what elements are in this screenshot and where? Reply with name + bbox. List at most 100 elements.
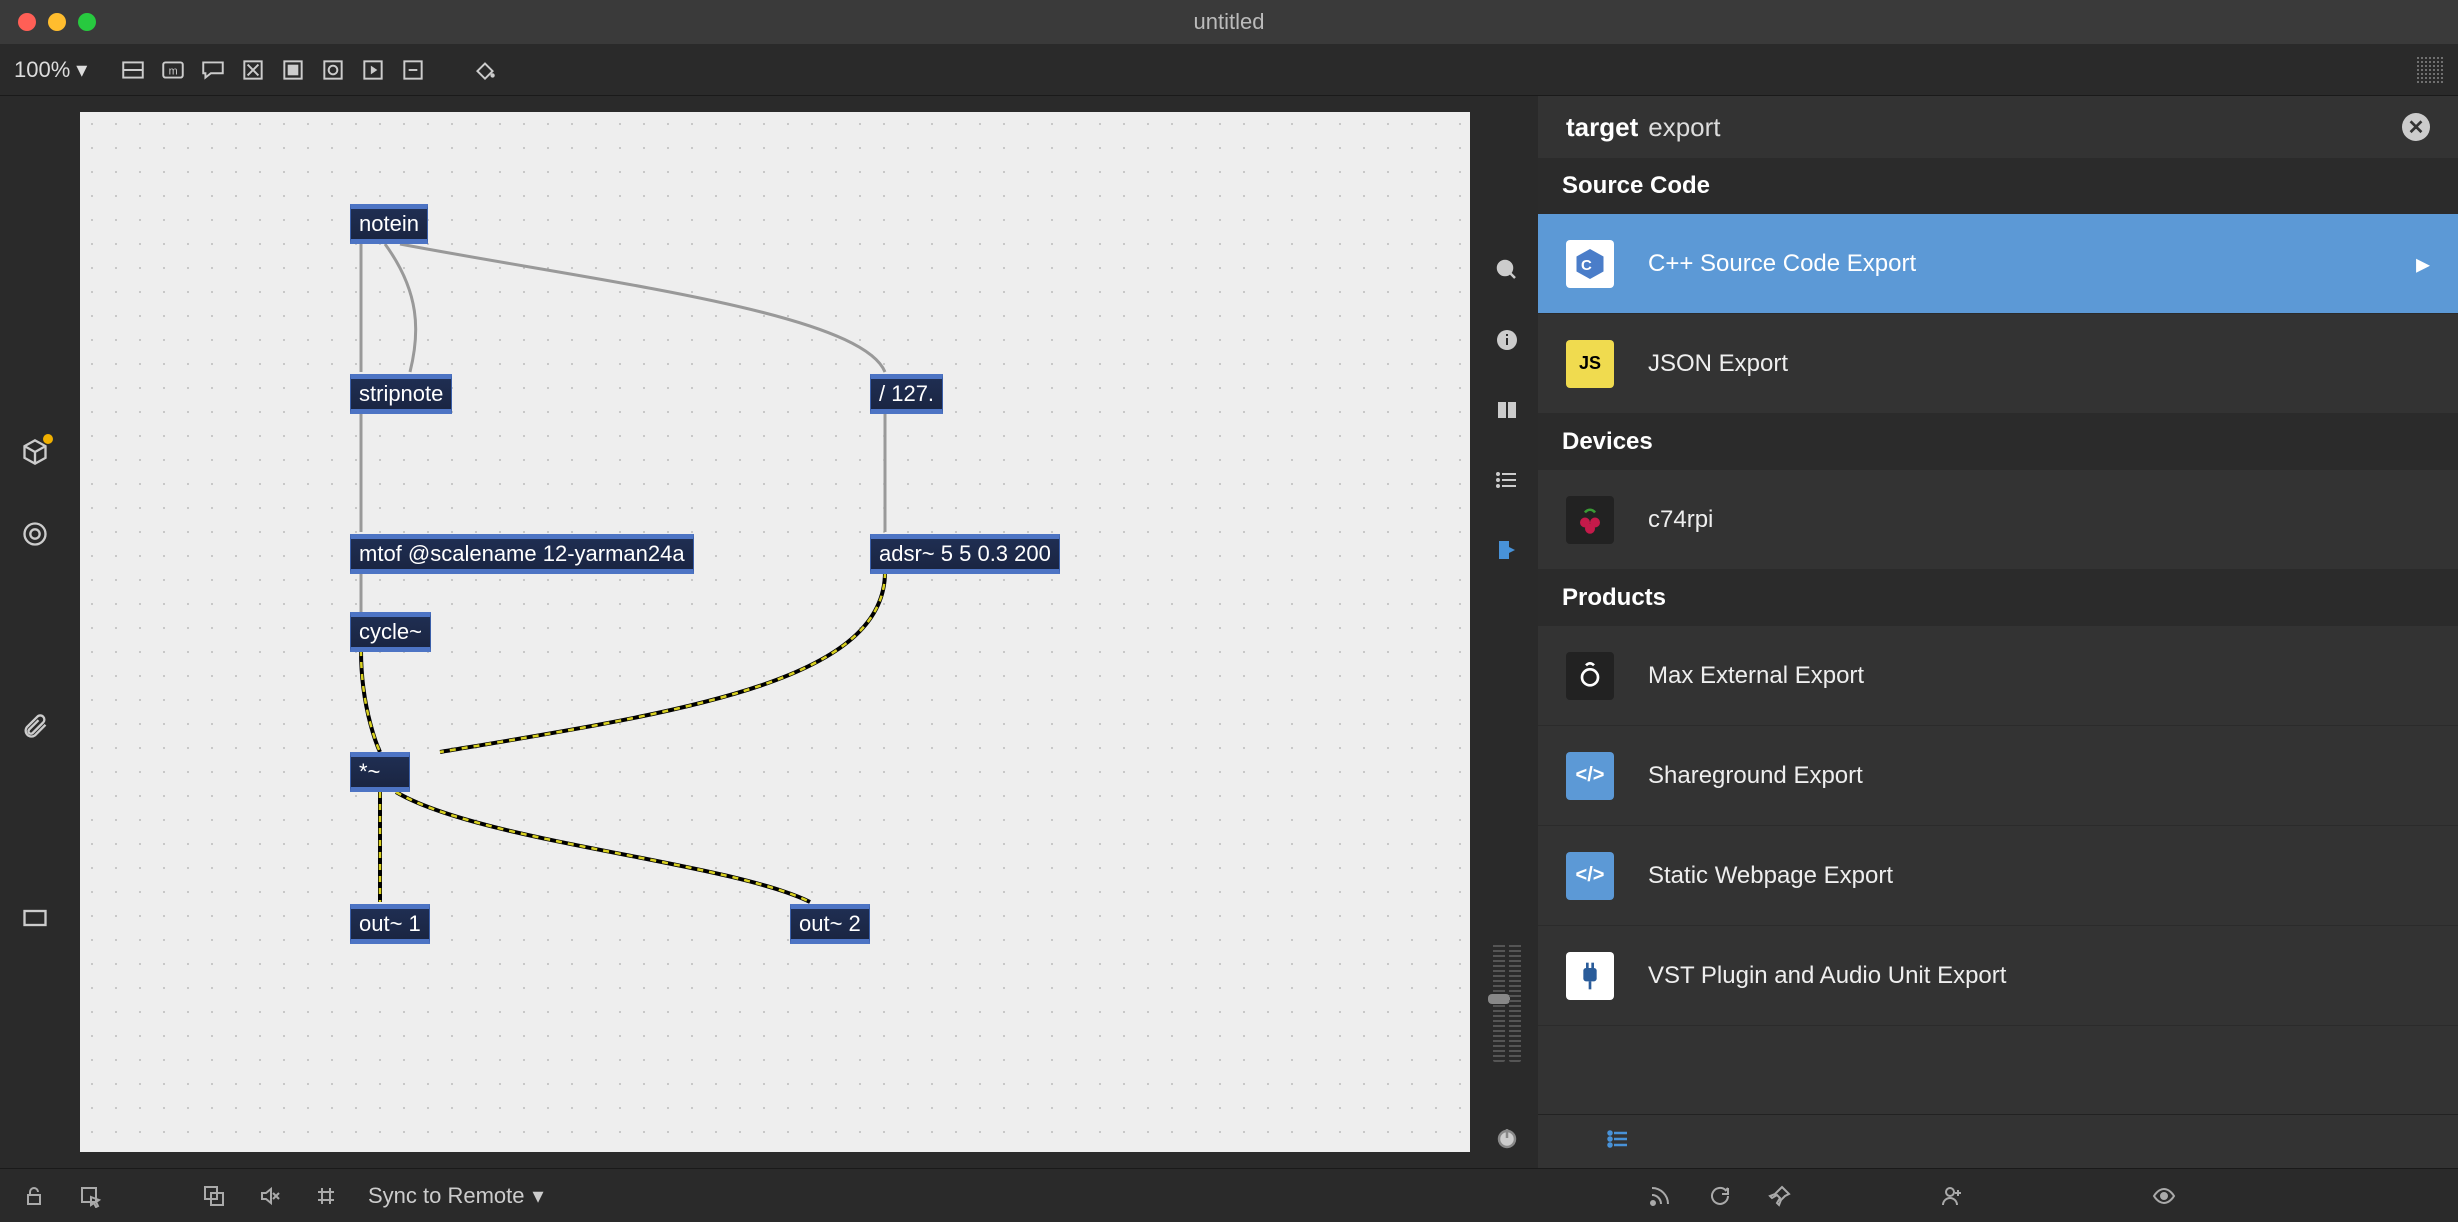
- message-tool-icon[interactable]: m: [159, 56, 187, 84]
- add-user-icon[interactable]: [1938, 1182, 1966, 1210]
- attachment-icon[interactable]: [19, 710, 51, 742]
- comment-tool-icon[interactable]: [199, 56, 227, 84]
- export-icon[interactable]: [1493, 536, 1521, 564]
- search-icon[interactable]: [1493, 256, 1521, 284]
- minus-box-icon[interactable]: [399, 56, 427, 84]
- svg-text:m: m: [169, 65, 178, 77]
- meter-right: [1509, 942, 1521, 1062]
- code-icon: </>: [1566, 852, 1614, 900]
- titlebar: untitled: [0, 0, 2458, 44]
- grid-icon[interactable]: [312, 1182, 340, 1210]
- export-item-label: Shareground Export: [1648, 762, 2430, 790]
- pin-icon[interactable]: [1766, 1182, 1794, 1210]
- export-item-label: c74rpi: [1648, 506, 2430, 534]
- notification-dot: [43, 434, 53, 444]
- js-icon: JS: [1566, 340, 1614, 388]
- bottom-right-tools: [1646, 1182, 2178, 1210]
- export-item-json[interactable]: JS JSON Export: [1538, 314, 2458, 414]
- canvas-wrap: notein stripnote / 127. mtof @scalename …: [70, 96, 1476, 1168]
- raspberry-pi-icon: [1566, 496, 1614, 544]
- object-stripnote[interactable]: stripnote: [350, 374, 452, 414]
- code-icon: </>: [1566, 752, 1614, 800]
- object-div127[interactable]: / 127.: [870, 374, 943, 414]
- package-icon[interactable]: [19, 436, 51, 468]
- list-view-icon[interactable]: [1606, 1127, 1630, 1156]
- chevron-right-icon: ▸: [2416, 247, 2430, 280]
- record-icon[interactable]: [19, 518, 51, 550]
- close-window-button[interactable]: [18, 13, 36, 31]
- right-rail: [1476, 96, 1538, 1168]
- sync-dropdown[interactable]: Sync to Remote ▾: [368, 1183, 544, 1209]
- patcher-canvas[interactable]: notein stripnote / 127. mtof @scalename …: [80, 112, 1470, 1152]
- circle-box-icon[interactable]: [319, 56, 347, 84]
- list-icon[interactable]: [1493, 466, 1521, 494]
- export-item-label: Static Webpage Export: [1648, 862, 2430, 890]
- plug-icon: [1566, 952, 1614, 1000]
- dropdown-triangle-icon: ▾: [76, 57, 87, 83]
- paint-bucket-icon[interactable]: [471, 56, 499, 84]
- panel-title-rest: export: [1648, 112, 1720, 143]
- object-cycle[interactable]: cycle~: [350, 612, 431, 652]
- object-out2[interactable]: out~ 2: [790, 904, 870, 944]
- dropdown-triangle-icon: ▾: [533, 1183, 544, 1209]
- window-title: untitled: [1194, 9, 1265, 35]
- bottom-toolbar: Sync to Remote ▾: [0, 1168, 2458, 1222]
- export-item-label: JSON Export: [1648, 350, 2430, 378]
- rss-icon[interactable]: [1646, 1182, 1674, 1210]
- object-tool-icon[interactable]: [119, 56, 147, 84]
- zoom-value: 100%: [14, 57, 70, 83]
- cpp-icon: C: [1566, 240, 1614, 288]
- export-item-vst[interactable]: VST Plugin and Audio Unit Export: [1538, 926, 2458, 1026]
- refresh-icon[interactable]: [1706, 1182, 1734, 1210]
- sync-label-text: Sync to Remote: [368, 1183, 525, 1209]
- export-item-static[interactable]: </> Static Webpage Export: [1538, 826, 2458, 926]
- section-devices: Devices: [1538, 414, 2458, 470]
- object-mult[interactable]: *~: [350, 752, 410, 792]
- x-box-icon[interactable]: [239, 56, 267, 84]
- export-item-label: Max External Export: [1648, 662, 2430, 690]
- object-mtof[interactable]: mtof @scalename 12-yarman24a: [350, 534, 694, 574]
- export-item-label: C++ Source Code Export: [1648, 250, 2382, 278]
- object-out1[interactable]: out~ 1: [350, 904, 430, 944]
- panel-title-bold: target: [1566, 112, 1638, 143]
- export-item-max[interactable]: Max External Export: [1538, 626, 2458, 726]
- layers-icon[interactable]: [200, 1182, 228, 1210]
- top-toolbar: 100% ▾ m: [0, 44, 2458, 96]
- app-window: untitled 100% ▾ m: [0, 0, 2458, 1222]
- grid-toggle-icon[interactable]: [2416, 56, 2444, 84]
- traffic-lights: [18, 13, 96, 31]
- patch-cords: [80, 112, 1470, 1152]
- panel-icon[interactable]: [19, 902, 51, 934]
- export-panel: target export ✕ Source Code C C++ Source…: [1538, 96, 2458, 1168]
- main-area: notein stripnote / 127. mtof @scalename …: [0, 96, 2458, 1168]
- select-icon[interactable]: [76, 1182, 104, 1210]
- object-notein[interactable]: notein: [350, 204, 428, 244]
- section-source-code: Source Code: [1538, 158, 2458, 214]
- filled-box-icon[interactable]: [279, 56, 307, 84]
- left-sidebar: [0, 96, 70, 1168]
- columns-icon[interactable]: [1493, 396, 1521, 424]
- play-box-icon[interactable]: [359, 56, 387, 84]
- section-products: Products: [1538, 570, 2458, 626]
- mute-icon[interactable]: [256, 1182, 284, 1210]
- maximize-window-button[interactable]: [78, 13, 96, 31]
- export-item-cpp[interactable]: C C++ Source Code Export ▸: [1538, 214, 2458, 314]
- lock-icon[interactable]: [20, 1182, 48, 1210]
- panel-footer: [1538, 1114, 2458, 1168]
- export-item-shareground[interactable]: </> Shareground Export: [1538, 726, 2458, 826]
- volume-slider-knob[interactable]: [1488, 994, 1510, 1004]
- export-item-c74rpi[interactable]: c74rpi: [1538, 470, 2458, 570]
- zoom-dropdown[interactable]: 100% ▾: [14, 57, 87, 83]
- max-icon: [1566, 652, 1614, 700]
- export-item-label: VST Plugin and Audio Unit Export: [1648, 962, 2430, 990]
- svg-text:C: C: [1581, 257, 1592, 274]
- power-icon[interactable]: [1493, 1124, 1521, 1152]
- eye-icon[interactable]: [2150, 1182, 2178, 1210]
- close-panel-button[interactable]: ✕: [2402, 113, 2430, 141]
- minimize-window-button[interactable]: [48, 13, 66, 31]
- meter-left: [1493, 942, 1505, 1062]
- output-meters[interactable]: [1493, 942, 1521, 1062]
- info-icon[interactable]: [1493, 326, 1521, 354]
- panel-header: target export ✕: [1538, 96, 2458, 158]
- object-adsr[interactable]: adsr~ 5 5 0.3 200: [870, 534, 1060, 574]
